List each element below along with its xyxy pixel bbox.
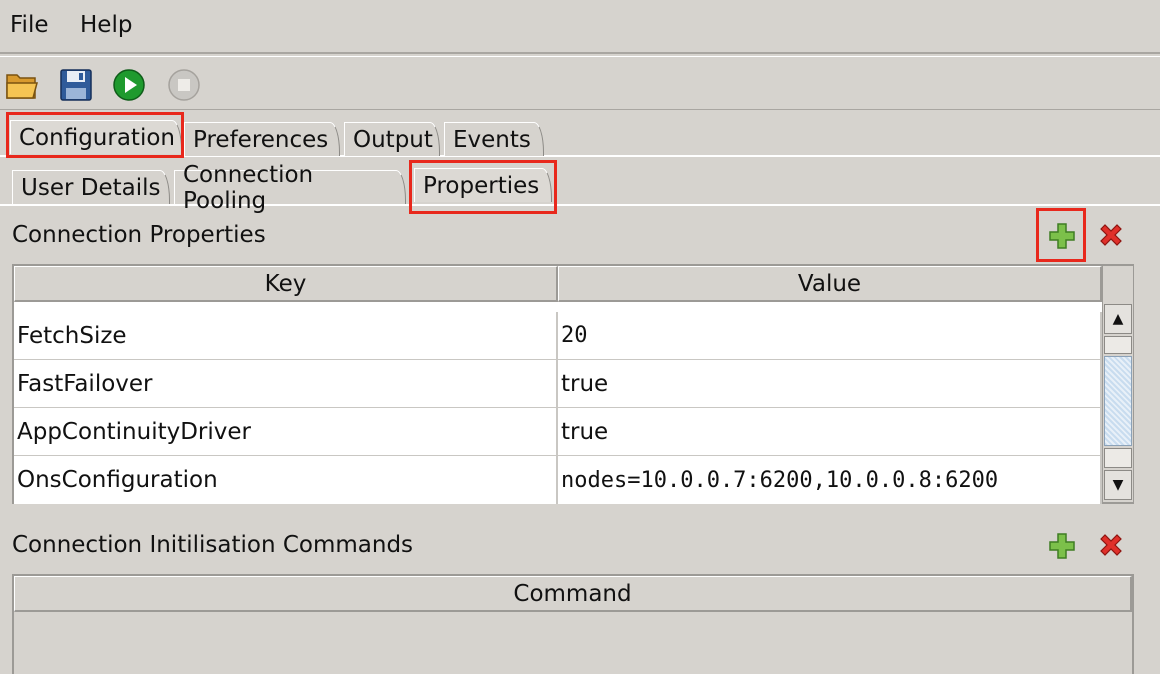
- scroll-track-upper[interactable]: [1104, 336, 1132, 354]
- highlight-configuration-tab: [6, 112, 184, 158]
- plus-icon: [1049, 533, 1075, 559]
- table-row-key[interactable]: FetchSize: [14, 312, 558, 360]
- table-row-value[interactable]: 20: [558, 312, 1102, 360]
- folder-open-icon: [6, 74, 38, 99]
- connection-properties-title: Connection Properties: [12, 222, 266, 248]
- scroll-thumb[interactable]: [1104, 356, 1132, 446]
- add-command-button[interactable]: [1046, 530, 1078, 562]
- column-header-value[interactable]: Value: [558, 266, 1102, 302]
- stop-button[interactable]: [166, 67, 202, 103]
- scroll-track-lower[interactable]: [1104, 448, 1132, 468]
- save-button[interactable]: [58, 67, 94, 103]
- tab-connection-pooling[interactable]: Connection Pooling: [174, 162, 406, 214]
- tab-preferences[interactable]: Preferences: [184, 122, 340, 156]
- commands-table: Command: [12, 574, 1134, 674]
- table-row-value[interactable]: nodes=10.0.0.7:6200,10.0.0.8:6200: [558, 456, 1102, 504]
- sub-tabs-baseline: [0, 204, 1160, 206]
- tab-user-details[interactable]: User Details: [12, 170, 170, 204]
- init-commands-title: Connection Initilisation Commands: [12, 532, 414, 558]
- scroll-up-button[interactable]: ▲: [1104, 304, 1132, 334]
- toolbar: [0, 56, 1160, 110]
- play-icon: [113, 69, 145, 101]
- table-row-key[interactable]: OnsConfiguration: [14, 456, 558, 504]
- delete-x-icon: [1100, 534, 1122, 556]
- vertical-scrollbar[interactable]: ▲ ▼: [1102, 266, 1133, 502]
- save-disk-icon: [60, 69, 92, 101]
- delete-property-button[interactable]: [1096, 220, 1126, 250]
- column-header-command[interactable]: Command: [14, 576, 1132, 612]
- tab-events[interactable]: Events: [444, 122, 544, 156]
- menu-bar: File Help: [0, 0, 1160, 54]
- table-row-value[interactable]: true: [558, 408, 1102, 456]
- highlight-add-button: [1036, 208, 1086, 262]
- properties-table: Key Value FetchSize 20 FastFailover true…: [12, 264, 1134, 504]
- open-button[interactable]: [4, 67, 40, 103]
- highlight-properties-tab: [409, 160, 557, 214]
- menu-file[interactable]: File: [10, 12, 49, 38]
- scroll-down-button[interactable]: ▼: [1104, 470, 1132, 500]
- run-button[interactable]: [111, 67, 147, 103]
- column-header-key[interactable]: Key: [14, 266, 558, 302]
- arrow-down-icon: ▼: [1112, 477, 1124, 493]
- menu-help[interactable]: Help: [80, 12, 132, 38]
- delete-x-icon: [1100, 224, 1122, 246]
- table-row-key[interactable]: FastFailover: [14, 360, 558, 408]
- stop-icon: [168, 69, 200, 101]
- delete-command-button[interactable]: [1096, 530, 1126, 560]
- tab-output[interactable]: Output: [344, 122, 440, 156]
- table-row-value[interactable]: true: [558, 360, 1102, 408]
- arrow-up-icon: ▲: [1112, 311, 1124, 327]
- table-row-key[interactable]: AppContinuityDriver: [14, 408, 558, 456]
